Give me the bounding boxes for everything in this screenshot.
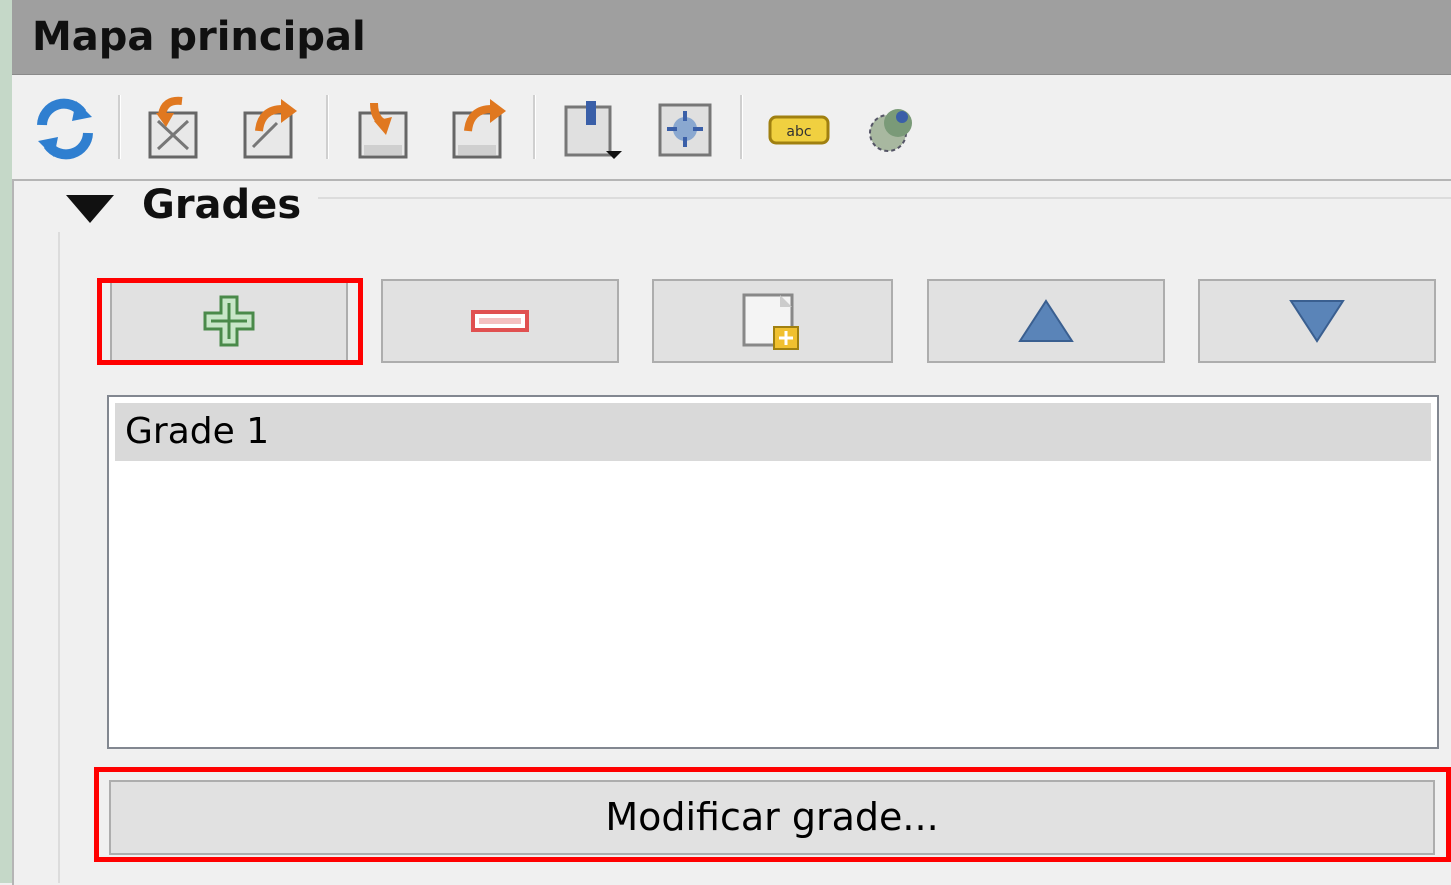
add-grid-button[interactable]: [110, 279, 348, 363]
export-grid-icon[interactable]: [446, 95, 512, 161]
refresh-icon[interactable]: [32, 95, 98, 161]
toolbar-separator: [533, 95, 536, 159]
toolbar: abc: [12, 75, 1451, 179]
grid-list[interactable]: Grade 1: [107, 395, 1439, 749]
modify-grid-button[interactable]: Modificar grade...: [109, 780, 1435, 855]
list-item[interactable]: Grade 1: [115, 403, 1431, 461]
minus-icon: [471, 310, 529, 332]
scale-icon[interactable]: [652, 95, 718, 161]
panel-title-bar: Mapa principal: [12, 0, 1451, 75]
svg-text:abc: abc: [786, 124, 811, 140]
collapse-arrow-icon[interactable]: [66, 195, 114, 223]
toolbar-separator: [326, 95, 329, 159]
atlas-icon[interactable]: [858, 95, 924, 161]
group-divider: [318, 197, 1451, 199]
bookmark-icon[interactable]: [560, 95, 626, 161]
lower-item-icon[interactable]: [352, 95, 418, 161]
raise-item-icon[interactable]: [142, 95, 208, 161]
grids-group-title[interactable]: Grades: [142, 182, 301, 228]
panel-title: Mapa principal: [32, 14, 366, 60]
group-indent-line: [58, 232, 60, 883]
remove-grid-button[interactable]: [381, 279, 619, 363]
arrow-up-icon: [1018, 299, 1074, 342]
duplicate-grid-button[interactable]: [652, 279, 893, 363]
label-icon[interactable]: abc: [766, 95, 832, 161]
window-edge: [0, 0, 12, 883]
toolbar-separator: [740, 95, 743, 159]
arrow-down-icon: [1289, 300, 1345, 343]
toolbar-separator: [118, 95, 121, 159]
duplicate-icon: [742, 293, 799, 350]
move-grid-up-button[interactable]: [927, 279, 1165, 363]
plus-icon: [203, 295, 255, 347]
export-icon[interactable]: [237, 95, 303, 161]
move-grid-down-button[interactable]: [1198, 279, 1436, 363]
